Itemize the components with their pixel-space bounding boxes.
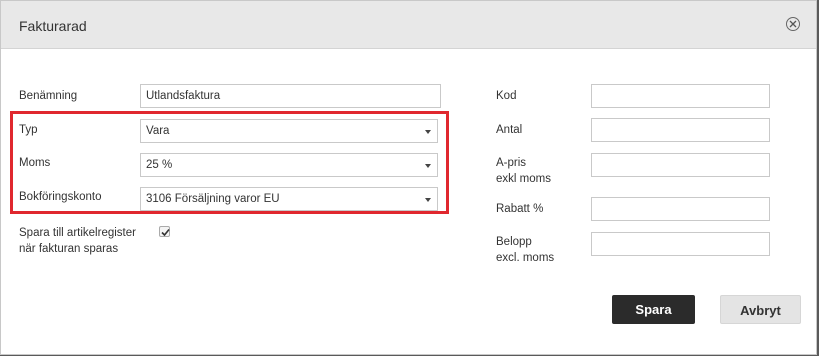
price-label-line2: exkl moms	[496, 173, 551, 185]
name-input[interactable]	[141, 85, 440, 107]
account-value: 3106 Försäljning varor EU	[146, 193, 280, 205]
vat-value: 25 %	[146, 159, 173, 171]
caret-down-icon	[425, 164, 431, 168]
account-label: Bokföringskonto	[19, 191, 102, 203]
vat-select[interactable]: 25 %	[140, 153, 438, 177]
qty-field[interactable]	[591, 118, 770, 142]
amount-label-line1: Belopp	[496, 236, 532, 248]
qty-label: Antal	[496, 124, 523, 136]
price-label: A-pris exkl moms	[496, 155, 551, 187]
save-article-label-line1: Spara till artikelregister	[19, 227, 136, 239]
caret-down-icon	[425, 130, 431, 134]
code-field[interactable]	[591, 84, 770, 108]
dialog-header: Fakturarad	[1, 1, 816, 49]
invoice-line-dialog: Fakturarad Benämning Typ Vara Moms 25 % …	[0, 0, 817, 355]
vat-label: Moms	[19, 157, 51, 169]
type-value: Vara	[146, 125, 170, 137]
price-field[interactable]	[591, 153, 770, 177]
price-input[interactable]	[592, 154, 769, 176]
checkmark-icon	[161, 228, 170, 237]
name-field[interactable]	[140, 84, 441, 108]
qty-input[interactable]	[592, 119, 769, 141]
amount-field[interactable]	[591, 232, 770, 256]
account-select[interactable]: 3106 Försäljning varor EU	[140, 187, 438, 211]
caret-down-icon	[425, 198, 431, 202]
save-article-checkbox[interactable]	[159, 226, 170, 237]
amount-label-line2: excl. moms	[496, 252, 555, 264]
code-label: Kod	[496, 90, 517, 102]
code-input[interactable]	[592, 85, 769, 107]
save-article-label-line2: när fakturan sparas	[19, 243, 119, 255]
discount-input[interactable]	[592, 198, 769, 220]
save-button[interactable]: Spara	[612, 295, 695, 324]
amount-label: Belopp excl. moms	[496, 234, 554, 266]
discount-field[interactable]	[591, 197, 770, 221]
type-label: Typ	[19, 124, 38, 136]
price-label-line1: A-pris	[496, 157, 527, 169]
close-icon[interactable]	[786, 17, 800, 31]
cancel-button[interactable]: Avbryt	[720, 295, 801, 324]
name-label: Benämning	[19, 90, 78, 102]
save-article-label: Spara till artikelregister när fakturan …	[19, 225, 136, 257]
dialog-title: Fakturarad	[19, 18, 87, 34]
discount-label: Rabatt %	[496, 203, 544, 215]
type-select[interactable]: Vara	[140, 119, 438, 143]
amount-input[interactable]	[592, 233, 769, 255]
